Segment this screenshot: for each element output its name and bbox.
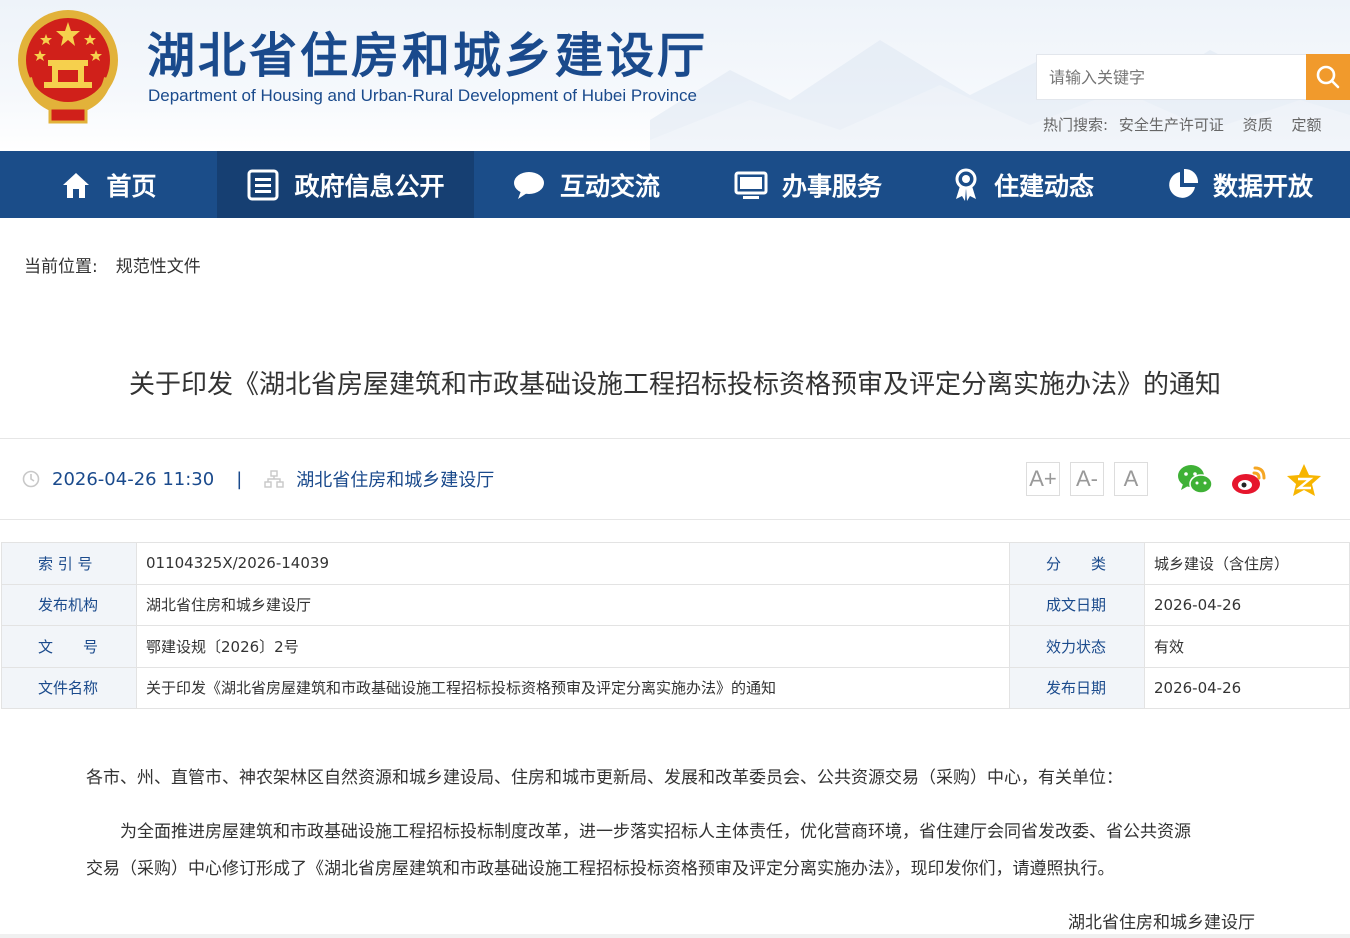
body-paragraph-line: 交易（采购）中心修订形成了《湖北省房屋建筑和市政基础设施工程招标投标资格预审及评… bbox=[86, 859, 1115, 879]
info-value: 鄂建设规〔2026〕2号 bbox=[136, 625, 1010, 668]
body-paragraph-line: 为全面推进房屋建筑和市政基础设施工程招标投标制度改革，进一步落实招标人主体责任，… bbox=[86, 822, 1191, 842]
main-navigation: 首页 政府信息公开 互动交流 办事服务 住建动态 数据开放 bbox=[0, 151, 1350, 218]
body-signature: 湖北省住房和城乡建设厅 bbox=[1068, 913, 1255, 933]
award-icon bbox=[955, 168, 977, 201]
meta-separator: | bbox=[236, 468, 243, 490]
font-increase-button[interactable]: A+ bbox=[1026, 462, 1060, 496]
nav-item-label: 互动交流 bbox=[559, 171, 660, 201]
organization-icon bbox=[264, 470, 284, 488]
info-value: 城乡建设（含住房） bbox=[1144, 542, 1350, 585]
search-icon bbox=[1316, 65, 1340, 89]
article-meta: 2026-04-26 11:30 | 湖北省住房和城乡建设厅 bbox=[22, 466, 494, 492]
info-key: 分 类 bbox=[1009, 542, 1145, 585]
nav-item-gov-info[interactable]: 政府信息公开 bbox=[217, 151, 474, 218]
font-default-button[interactable]: A bbox=[1114, 462, 1148, 496]
info-value: 湖北省住房和城乡建设厅 bbox=[136, 583, 1010, 626]
info-value: 2026-04-26 bbox=[1144, 583, 1350, 626]
info-value: 01104325X/2026-14039 bbox=[136, 542, 1010, 585]
wechat-icon[interactable] bbox=[1176, 462, 1214, 498]
nav-item-home[interactable]: 首页 bbox=[0, 151, 217, 218]
info-value: 关于印发《湖北省房屋建筑和市政基础设施工程招标投标资格预审及评定分离实施办法》的… bbox=[136, 666, 1010, 709]
table-row: 索 引 号 01104325X/2026-14039 分 类 城乡建设（含住房） bbox=[1, 542, 1350, 585]
search-input[interactable] bbox=[1036, 54, 1308, 100]
search-button[interactable] bbox=[1306, 54, 1350, 100]
font-decrease-label: A- bbox=[1076, 466, 1098, 491]
nav-item-label: 办事服务 bbox=[781, 171, 882, 201]
publish-source: 湖北省住房和城乡建设厅 bbox=[296, 470, 495, 491]
nav-item-services[interactable]: 办事服务 bbox=[698, 151, 918, 218]
nav-item-interaction[interactable]: 互动交流 bbox=[474, 151, 698, 218]
site-header: 湖北省住房和城乡建设厅 Department of Housing and Ur… bbox=[0, 0, 1350, 151]
font-increase-label: A+ bbox=[1029, 466, 1057, 491]
site-title-english: Department of Housing and Urban-Rural De… bbox=[148, 86, 698, 105]
breadcrumb-label: 当前位置: bbox=[24, 257, 98, 277]
hot-search: 热门搜索: 安全生产许可证 资质 定额 bbox=[1043, 114, 1335, 135]
nav-item-label: 政府信息公开 bbox=[294, 171, 445, 201]
pie-chart-icon bbox=[1169, 168, 1199, 198]
divider bbox=[0, 519, 1350, 520]
qzone-icon[interactable] bbox=[1285, 462, 1323, 498]
info-value: 2026-04-26 bbox=[1144, 666, 1350, 709]
font-default-label: A bbox=[1123, 466, 1139, 491]
info-key: 效力状态 bbox=[1009, 625, 1145, 668]
info-key: 发布机构 bbox=[1, 583, 137, 626]
breadcrumb-current[interactable]: 规范性文件 bbox=[116, 257, 201, 277]
breadcrumb: 当前位置: 规范性文件 bbox=[24, 252, 201, 277]
info-key: 成文日期 bbox=[1009, 583, 1145, 626]
nav-item-open-data[interactable]: 数据开放 bbox=[1128, 151, 1350, 218]
info-key: 索 引 号 bbox=[1, 542, 137, 585]
info-key: 发布日期 bbox=[1009, 666, 1145, 709]
site-title: 湖北省住房和城乡建设厅 bbox=[147, 28, 709, 84]
hot-search-link[interactable]: 资质 bbox=[1243, 116, 1273, 134]
font-decrease-button[interactable]: A- bbox=[1070, 462, 1104, 496]
article-title: 关于印发《湖北省房屋建筑和市政基础设施工程招标投标资格预审及评定分离实施办法》的… bbox=[128, 370, 1221, 400]
chat-bubble-icon bbox=[513, 171, 544, 199]
info-key: 文 号 bbox=[1, 625, 137, 668]
national-emblem-icon bbox=[18, 10, 118, 124]
weibo-icon[interactable] bbox=[1230, 462, 1268, 498]
info-value: 有效 bbox=[1144, 625, 1350, 668]
hot-search-label: 热门搜索: bbox=[1043, 116, 1109, 134]
table-row: 发布机构 湖北省住房和城乡建设厅 成文日期 2026-04-26 bbox=[1, 583, 1350, 626]
nav-item-news[interactable]: 住建动态 bbox=[918, 151, 1128, 218]
info-key: 文件名称 bbox=[1, 666, 137, 709]
hot-search-link[interactable]: 定额 bbox=[1291, 116, 1321, 134]
document-info-table: 索 引 号 01104325X/2026-14039 分 类 城乡建设（含住房）… bbox=[1, 542, 1350, 709]
nav-item-label: 数据开放 bbox=[1212, 171, 1313, 201]
table-row: 文件名称 关于印发《湖北省房屋建筑和市政基础设施工程招标投标资格预审及评定分离实… bbox=[1, 666, 1350, 709]
document-list-icon bbox=[247, 169, 279, 200]
nav-item-label: 首页 bbox=[106, 171, 157, 201]
hot-search-link[interactable]: 安全生产许可证 bbox=[1119, 116, 1224, 134]
home-icon bbox=[63, 172, 90, 198]
table-row: 文 号 鄂建设规〔2026〕2号 效力状态 有效 bbox=[1, 625, 1350, 668]
divider bbox=[0, 438, 1350, 439]
page-bottom-edge bbox=[0, 934, 1350, 938]
body-greeting: 各市、州、直管市、神农架林区自然资源和城乡建设局、住房和城市更新局、发展和改革委… bbox=[86, 768, 1123, 788]
clock-icon bbox=[22, 470, 40, 488]
publish-datetime: 2026-04-26 11:30 bbox=[52, 468, 215, 490]
monitor-icon bbox=[734, 171, 768, 199]
nav-item-label: 住建动态 bbox=[993, 171, 1094, 201]
